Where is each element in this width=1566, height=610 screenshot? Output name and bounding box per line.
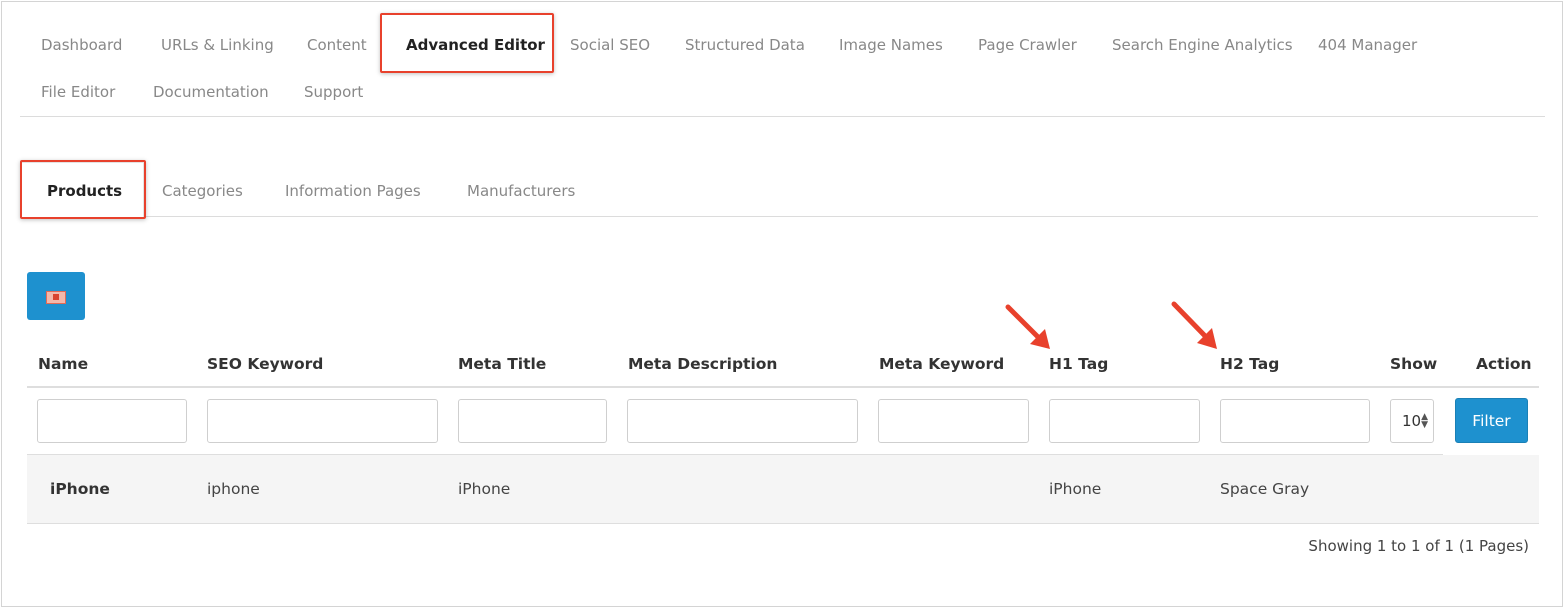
column-header-meta-keyword[interactable]: Meta Keyword: [879, 355, 1004, 373]
column-header-seo-keyword[interactable]: SEO Keyword: [207, 355, 323, 373]
filter-h1-tag-input[interactable]: [1049, 399, 1200, 443]
filter-meta-title-input[interactable]: [458, 399, 607, 443]
tab-categories[interactable]: Categories: [162, 182, 243, 200]
cell-h2-tag: Space Gray: [1220, 480, 1310, 498]
tab-page-crawler[interactable]: Page Crawler: [978, 36, 1077, 54]
cell-h1-tag: iPhone: [1049, 480, 1102, 498]
tab-social-seo[interactable]: Social SEO: [570, 36, 650, 54]
tab-manufacturers[interactable]: Manufacturers: [467, 182, 575, 200]
annotation-arrow-h1: [1005, 304, 1050, 349]
tab-search-engine-analytics[interactable]: Search Engine Analytics: [1112, 36, 1293, 54]
column-header-h1-tag[interactable]: H1 Tag: [1049, 355, 1108, 373]
tab-content[interactable]: Content: [307, 36, 367, 54]
tab-dashboard[interactable]: Dashboard: [41, 36, 122, 54]
column-header-show: Show: [1390, 355, 1438, 373]
tab-structured-data[interactable]: Structured Data: [685, 36, 805, 54]
tab-support[interactable]: Support: [304, 83, 363, 101]
filter-seo-keyword-input[interactable]: [207, 399, 438, 443]
filter-meta-keyword-input[interactable]: [878, 399, 1029, 443]
cell-seo-keyword: iphone: [207, 480, 260, 498]
spreadsheet-export-icon: [46, 291, 66, 304]
select-arrows-icon: ▲ ▼: [1421, 412, 1428, 430]
column-header-meta-description[interactable]: Meta Description: [628, 355, 777, 373]
header-divider: [27, 386, 1539, 388]
annotation-arrow-h2: [1171, 301, 1217, 349]
filter-name-input[interactable]: [37, 399, 187, 443]
column-header-action: Action: [1476, 355, 1532, 373]
pagination-text: Showing 1 to 1 of 1 (1 Pages): [1308, 537, 1529, 555]
tab-urls-linking[interactable]: URLs & Linking: [161, 36, 274, 54]
cell-meta-title: iPhone: [458, 480, 511, 498]
tab-advanced-editor[interactable]: Advanced Editor: [406, 36, 545, 54]
tab-file-editor[interactable]: File Editor: [41, 83, 115, 101]
filter-button[interactable]: Filter: [1455, 398, 1528, 443]
show-count-select[interactable]: 10 ▲ ▼: [1390, 399, 1434, 443]
sub-tab-bar: [20, 162, 1538, 218]
export-button[interactable]: [27, 272, 85, 320]
tab-404-manager[interactable]: 404 Manager: [1318, 36, 1417, 54]
filter-h2-tag-input[interactable]: [1220, 399, 1370, 443]
show-count-value: 10: [1402, 412, 1422, 430]
column-header-h2-tag[interactable]: H2 Tag: [1220, 355, 1279, 373]
column-header-meta-title[interactable]: Meta Title: [458, 355, 546, 373]
filter-meta-description-input[interactable]: [627, 399, 858, 443]
column-header-name[interactable]: Name: [38, 355, 88, 373]
cell-name: iPhone: [50, 480, 110, 498]
tab-documentation[interactable]: Documentation: [153, 83, 269, 101]
tab-products[interactable]: Products: [47, 182, 122, 200]
tab-information-pages[interactable]: Information Pages: [285, 182, 421, 200]
tab-image-names[interactable]: Image Names: [839, 36, 943, 54]
